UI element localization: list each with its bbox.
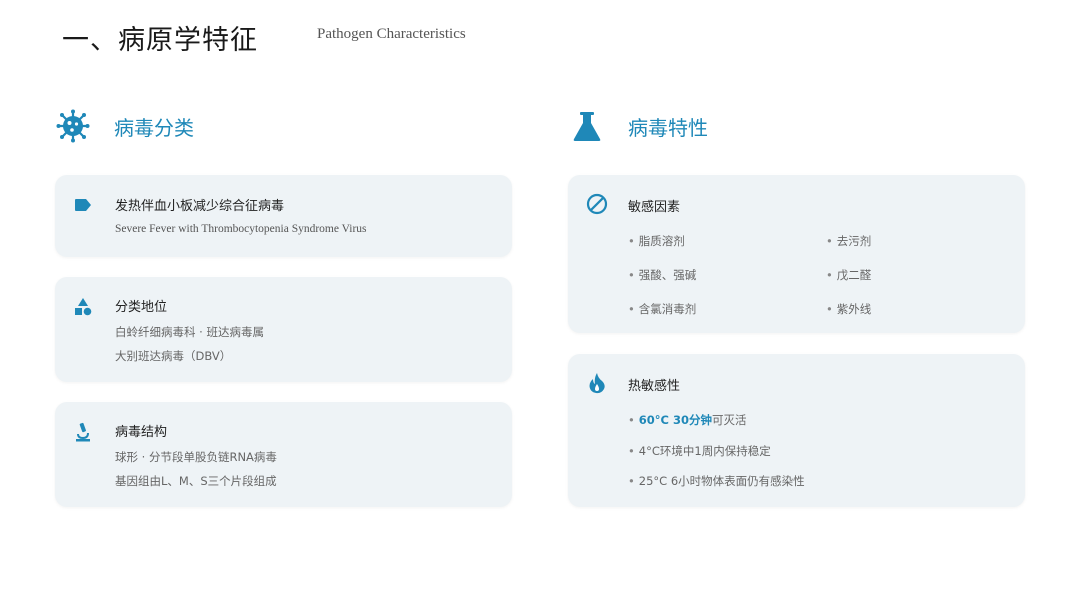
list-item: • 25°C 6小时物体表面仍有感染性 <box>628 474 805 488</box>
card-taxonomy: 分类地位 白蛉纤细病毒科 · 班达病毒属 大别班达病毒（DBV） <box>55 277 512 382</box>
page-subtitle: Pathogen Characteristics <box>317 26 466 42</box>
section-label-classification: 病毒分类 <box>114 115 194 140</box>
list-item: • 60°C 30分钟可灭活 <box>628 413 747 427</box>
list-item: • 含氯消毒剂 <box>628 302 697 316</box>
list-item: • 强酸、强碱 <box>628 268 697 282</box>
shapes-icon <box>73 297 93 317</box>
card-title: 热敏感性 <box>628 379 681 394</box>
virus-icon <box>56 109 90 143</box>
card-title: 病毒结构 <box>115 425 168 440</box>
card-line: 基因组由L、M、S三个片段组成 <box>115 474 277 488</box>
card-title: 发热伴血小板减少综合征病毒 <box>115 199 285 214</box>
flask-icon <box>570 109 604 143</box>
card-line: 大别班达病毒（DBV） <box>115 349 232 363</box>
card-line: 球形 · 分节段单股负链RNA病毒 <box>115 450 277 464</box>
section-header-characteristics: 病毒特性 <box>570 109 708 143</box>
card-line: 白蛉纤细病毒科 · 班达病毒属 <box>115 325 264 339</box>
flame-icon <box>586 372 608 394</box>
card-title: 分类地位 <box>115 300 168 315</box>
card-sensitivity: 敏感因素 • 脂质溶剂 • 去污剂 • 强酸、强碱 • 戊二醛 • 含氯消毒剂 • 紫外线 <box>568 175 1025 333</box>
list-item: • 戊二醛 <box>826 268 872 282</box>
list-item: • 去污剂 <box>826 234 872 248</box>
tag-icon <box>73 195 93 215</box>
section-header-classification: 病毒分类 <box>56 109 194 143</box>
list-item: • 紫外线 <box>826 302 872 316</box>
card-title: 敏感因素 <box>628 200 681 215</box>
page-title: 一、病原学特征 <box>62 25 258 56</box>
card-virus-name: 发热伴血小板减少综合征病毒 Severe Fever with Thromboc… <box>55 175 512 257</box>
section-label-characteristics: 病毒特性 <box>628 115 708 140</box>
list-item: • 脂质溶剂 <box>628 234 685 248</box>
card-heat-sensitivity: 热敏感性 • 60°C 30分钟可灭活 • 4°C环境中1周内保持稳定 • 25°C … <box>568 354 1025 507</box>
card-structure: 病毒结构 球形 · 分节段单股负链RNA病毒 基因组由L、M、S三个片段组成 <box>55 402 512 507</box>
ban-icon <box>586 193 608 215</box>
list-item: • 4°C环境中1周内保持稳定 <box>628 444 771 458</box>
card-line: Severe Fever with Thrombocytopenia Syndr… <box>115 223 367 235</box>
microscope-icon <box>73 422 93 442</box>
